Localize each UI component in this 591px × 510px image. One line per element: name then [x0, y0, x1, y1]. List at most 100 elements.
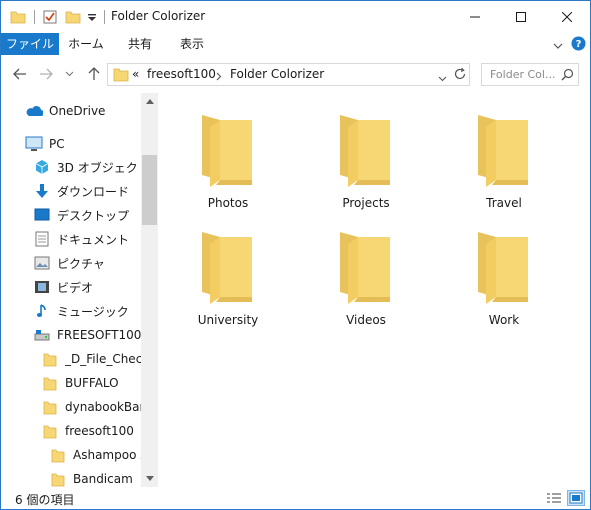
nav-item-label: Bandicam: [73, 472, 133, 486]
folder-label: Travel: [486, 196, 522, 210]
onedrive-icon: [25, 102, 43, 120]
address-bar[interactable]: « freesoft100 Folder Colorizer: [107, 63, 470, 86]
window-title: Folder Colorizer: [111, 9, 206, 23]
folder-icon: [202, 115, 252, 187]
breadcrumb-folder-colorizer[interactable]: Folder Colorizer: [230, 67, 324, 81]
nav-item-label: BUFFALO: [65, 376, 119, 390]
explorer-window: Folder Colorizer ファイル ホーム 共有 表示 ? « free…: [0, 0, 591, 510]
nav-item-label: デスクトップ: [57, 208, 130, 223]
nav-item-buffalo[interactable]: BUFFALO: [41, 372, 141, 394]
scroll-up-icon[interactable]: [141, 93, 158, 110]
breadcrumb-chevron-icon[interactable]: [216, 70, 222, 84]
nav-item-downloads[interactable]: ダウンロード: [33, 180, 129, 202]
address-row: « freesoft100 Folder Colorizer Folder Co…: [1, 55, 590, 93]
properties-icon[interactable]: [42, 9, 58, 28]
nav-item-label: PC: [49, 137, 65, 151]
search-input[interactable]: Folder Col...: [481, 63, 579, 86]
folder-item[interactable]: University: [168, 210, 288, 327]
nav-item-pc[interactable]: PC: [25, 133, 65, 155]
videos-icon: [33, 278, 51, 296]
minimize-button[interactable]: [452, 1, 498, 32]
folder-icon: [41, 422, 59, 440]
folder-icon: [340, 232, 390, 304]
refresh-icon[interactable]: [453, 67, 467, 84]
music-icon: [33, 302, 51, 320]
nav-item-label: OneDrive: [49, 104, 106, 118]
close-button[interactable]: [544, 1, 590, 32]
address-dropdown-icon[interactable]: [438, 71, 447, 85]
documents-icon: [33, 230, 51, 248]
help-icon[interactable]: ?: [571, 36, 586, 54]
desktop-icon: [33, 206, 51, 224]
title-separator: [104, 10, 105, 24]
nav-item-onedrive[interactable]: OneDrive: [25, 100, 105, 122]
scroll-down-icon[interactable]: [141, 470, 158, 487]
folder-label: Photos: [207, 196, 249, 210]
folder-icon: [49, 446, 67, 464]
folder-item[interactable]: Videos: [306, 210, 426, 327]
expand-ribbon-icon[interactable]: [553, 39, 563, 53]
folder-item[interactable]: Work: [444, 210, 564, 327]
drive-icon: [33, 326, 51, 344]
folder-label: Projects: [342, 196, 390, 210]
customize-toolbar-icon[interactable]: [87, 12, 97, 26]
tab-home[interactable]: ホーム: [63, 33, 109, 55]
nav-item-3d-objects[interactable]: 3D オブジェクト: [33, 156, 150, 178]
back-button[interactable]: [11, 65, 29, 83]
new-folder-icon[interactable]: [65, 9, 81, 28]
nav-item-desktop[interactable]: デスクトップ: [33, 204, 129, 226]
scrollbar-thumb[interactable]: [142, 155, 157, 225]
file-list: Photos Projects Travel University Videos…: [158, 93, 590, 487]
forward-button[interactable]: [37, 65, 55, 83]
details-view-icon: [547, 493, 561, 503]
nav-item-label: freesoft100: [65, 424, 134, 438]
nav-item-label: ダウンロード: [57, 184, 130, 199]
breadcrumb-freesoft100[interactable]: freesoft100: [147, 67, 216, 81]
pictures-icon: [33, 254, 51, 272]
folder-label: Videos: [346, 313, 386, 327]
folder-label: University: [197, 313, 259, 327]
folder-icon: [41, 374, 59, 392]
recent-locations-button[interactable]: [63, 65, 75, 83]
nav-item-drive-c[interactable]: FREESOFT100 (C:: [33, 324, 141, 346]
nav-item-label: ピクチャ: [57, 256, 105, 271]
details-view-button[interactable]: [545, 490, 563, 506]
nav-item-music[interactable]: ミュージック: [33, 300, 129, 322]
title-bar: Folder Colorizer: [1, 1, 590, 33]
nav-item-ashampoo[interactable]: Ashampoo ZI: [49, 444, 141, 466]
search-icon[interactable]: [561, 68, 574, 84]
nav-item-label: ミュージック: [57, 304, 129, 319]
nav-item-label: _D_File_Check: [65, 352, 141, 366]
folder-icon: [478, 232, 528, 304]
nav-item-dynabook[interactable]: dynabookBann: [41, 396, 141, 418]
tab-file[interactable]: ファイル: [1, 33, 59, 55]
nav-item-label: dynabookBann: [65, 400, 141, 414]
nav-item-freesoft100[interactable]: freesoft100: [41, 420, 141, 442]
nav-item-documents[interactable]: ドキュメント: [33, 228, 129, 250]
tab-share[interactable]: 共有: [117, 33, 163, 55]
up-button[interactable]: [85, 65, 103, 83]
nav-item-bandicam[interactable]: Bandicam: [49, 468, 141, 487]
breadcrumb-overflow[interactable]: «: [132, 67, 139, 81]
folder-icon: [10, 9, 26, 28]
large-icons-view-icon: [569, 492, 583, 504]
folder-icon: [340, 115, 390, 187]
maximize-button[interactable]: [498, 1, 544, 32]
large-icons-view-button[interactable]: [567, 490, 585, 506]
nav-item-label: 3D オブジェクト: [57, 160, 150, 175]
ribbon-tabs: ファイル ホーム 共有 表示 ?: [1, 33, 590, 55]
nav-item-pictures[interactable]: ピクチャ: [33, 252, 105, 274]
nav-scrollbar[interactable]: [141, 93, 158, 487]
folder-icon: [202, 232, 252, 304]
folder-item[interactable]: Projects: [306, 93, 426, 210]
nav-item-label: FREESOFT100 (C:: [57, 328, 141, 342]
folder-icon: [41, 398, 59, 416]
folder-icon: [478, 115, 528, 187]
nav-item-videos[interactable]: ビデオ: [33, 276, 93, 298]
search-placeholder: Folder Col...: [490, 68, 556, 81]
nav-item-d-file-check[interactable]: _D_File_Check: [41, 348, 141, 370]
folder-item[interactable]: Photos: [168, 93, 288, 210]
toolbar-separator: [34, 10, 35, 24]
folder-item[interactable]: Travel: [444, 93, 564, 210]
tab-view[interactable]: 表示: [169, 33, 215, 55]
